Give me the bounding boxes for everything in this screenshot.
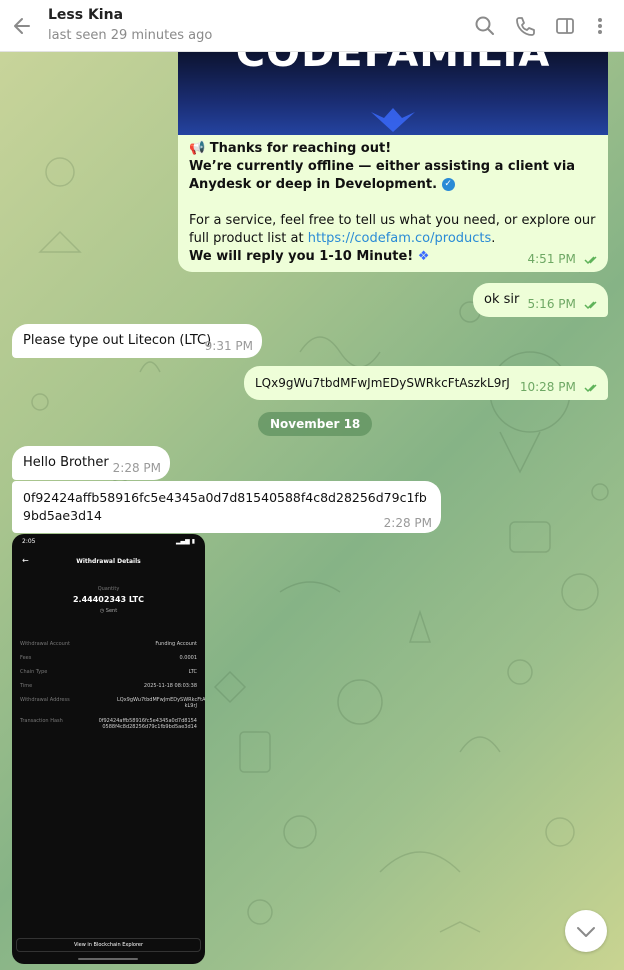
phone-row-hash: Transaction Hash 0f92424affb58916fc5e4345… — [20, 718, 197, 730]
megaphone-icon: 📢 — [189, 141, 206, 156]
promo-message[interactable]: CODEFAMILIA 📢 Thanks for reaching out! W… — [178, 52, 608, 272]
search-icon[interactable] — [474, 15, 496, 37]
message-time: 9:31 PM — [204, 339, 253, 353]
chat-header: Less Kina last seen 29 minutes ago — [0, 0, 624, 52]
phone-row-chain-type: Chain Type LTC — [20, 669, 197, 675]
phone-row-withdrawal-account: Withdrawal Account Funding Account — [20, 641, 197, 647]
phone-icon[interactable] — [514, 15, 536, 37]
phone-row-fees: Fees 0.0001 — [20, 655, 197, 661]
double-check-icon — [584, 300, 597, 309]
phone-status-time: 2:05 — [22, 538, 36, 545]
chat-area[interactable]: CODEFAMILIA 📢 Thanks for reaching out! W… — [0, 52, 624, 970]
banner-logo-text: CODEFAMILIA — [235, 52, 551, 76]
incoming-message-hello[interactable]: Hello Brother 2:28 PM — [12, 446, 170, 480]
message-text: Hello Brother — [23, 455, 109, 470]
banner-image[interactable]: CODEFAMILIA — [178, 52, 608, 135]
date-separator: November 18 — [258, 412, 373, 436]
message-time: 4:51 PM — [527, 252, 576, 266]
message-time: 5:16 PM — [527, 297, 576, 311]
phone-quantity-label: Quantity — [97, 586, 120, 592]
banner-wings-graphic — [371, 108, 415, 132]
phone-row-address: Withdrawal Address LQx9gWu7tbdMFwJmEDySWR… — [20, 697, 205, 709]
phone-amount: 2.44402343 LTC — [72, 595, 145, 604]
message-text: ok sir — [484, 292, 520, 307]
promo-meta: 4:51 PM — [528, 250, 601, 269]
phone-status-icons: ▂▄▆ ▮ — [175, 538, 195, 545]
verified-icon: ✓ — [441, 178, 455, 191]
outgoing-message-address[interactable]: LQx9gWu7tbdMFwJmEDySWRkcFtAszkL9rJ 10:28… — [244, 366, 608, 400]
message-time: 2:28 PM — [112, 461, 161, 475]
phone-home-indicator — [78, 958, 138, 960]
double-check-icon — [584, 383, 597, 392]
message-time: 10:28 PM — [519, 380, 576, 394]
scroll-down-button[interactable] — [565, 910, 607, 952]
scroll-down-icon — [577, 927, 595, 937]
last-seen-status: last seen 29 minutes ago — [48, 28, 213, 43]
incoming-message-hash[interactable]: 0f92424affb58916fc5e4345a0d7d81540588f4c… — [12, 481, 441, 533]
more-vertical-icon[interactable] — [589, 15, 611, 37]
back-arrow-icon[interactable] — [12, 16, 32, 36]
message-time: 2:28 PM — [383, 516, 432, 530]
phone-explorer-button: View in Blockchain Explorer — [16, 938, 201, 952]
promo-line-3: For a service, feel free to tell us what… — [189, 213, 596, 246]
phone-row-time: Time 2025-11-18 08:03:38 — [20, 683, 197, 689]
phone-status: ◷ Sent — [99, 608, 118, 614]
withdrawal-screenshot[interactable]: 2:05 ▂▄▆ ▮ ← Withdrawal Details Quantity… — [12, 534, 205, 964]
contact-name[interactable]: Less Kina — [48, 7, 123, 23]
sidebar-toggle-icon[interactable] — [554, 15, 576, 37]
message-text: 0f92424affb58916fc5e4345a0d7d81540588f4c… — [23, 490, 427, 523]
products-link[interactable]: https://codefam.co/products — [308, 231, 492, 246]
message-text: Please type out Litecon (LTC) — [23, 333, 212, 348]
promo-line-1: 📢 Thanks for reaching out! — [189, 141, 392, 156]
mascot-icon: ❖ — [417, 249, 430, 264]
double-check-icon — [584, 255, 597, 264]
outgoing-message-ok[interactable]: ok sir 5:16 PM — [473, 283, 608, 317]
message-text: LQx9gWu7tbdMFwJmEDySWRkcFtAszkL9rJ — [255, 376, 510, 390]
phone-screen-title: Withdrawal Details — [76, 558, 141, 565]
promo-line-2: We’re currently offline — either assisti… — [189, 159, 576, 192]
incoming-message-ltc-request[interactable]: Please type out Litecon (LTC) 9:31 PM — [12, 324, 262, 358]
